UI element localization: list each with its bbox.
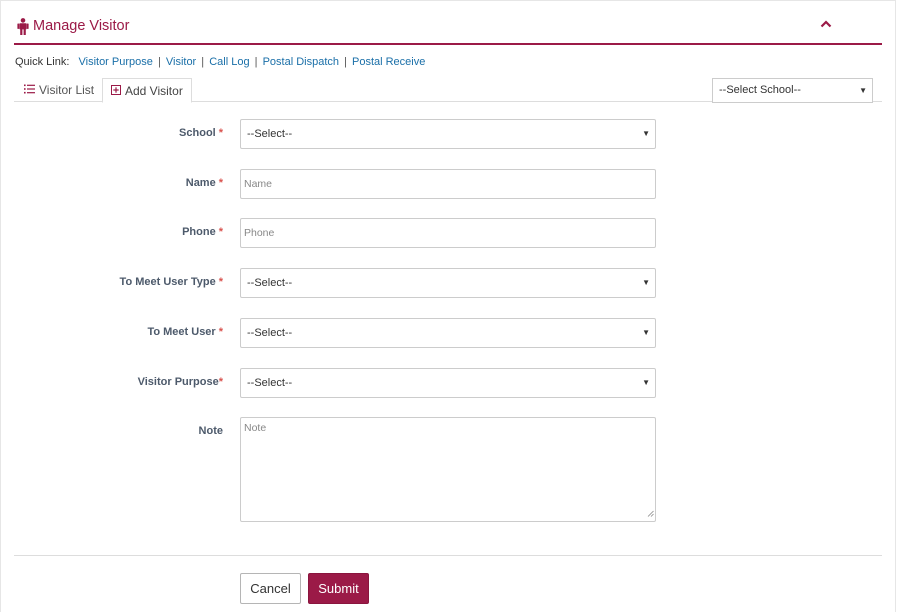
note-textarea[interactable]: Note xyxy=(240,417,656,522)
note-row: Note Note xyxy=(1,417,900,523)
select-value: --Select-- xyxy=(247,128,293,140)
meet-user-type-select[interactable]: --Select-- ▼ xyxy=(240,268,656,298)
quick-link-postal-dispatch[interactable]: Postal Dispatch xyxy=(263,56,339,68)
note-label: Note xyxy=(198,425,223,437)
caret-down-icon: ▼ xyxy=(642,278,650,287)
caret-down-icon: ▼ xyxy=(859,86,867,95)
title-group: Manage Visitor xyxy=(17,17,129,35)
visitor-purpose-row: Visitor Purpose* --Select-- ▼ xyxy=(1,368,900,398)
quick-link-visitor[interactable]: Visitor xyxy=(166,56,196,68)
panel-header: Manage Visitor xyxy=(14,1,882,45)
separator: | xyxy=(344,56,347,68)
quick-links: Quick Link: Visitor Purpose | Visitor | … xyxy=(15,55,425,69)
required-mark: * xyxy=(218,177,223,189)
quick-link-call-log[interactable]: Call Log xyxy=(209,56,249,68)
form-divider xyxy=(14,555,882,556)
phone-input[interactable]: Phone xyxy=(240,218,656,248)
school-filter-select[interactable]: --Select School-- ▼ xyxy=(712,78,873,103)
caret-down-icon: ▼ xyxy=(642,378,650,387)
chevron-up-icon[interactable] xyxy=(820,19,832,31)
visitor-purpose-label: Visitor Purpose* xyxy=(137,376,223,388)
required-mark: * xyxy=(218,226,223,238)
tab-label: Visitor List xyxy=(39,83,95,97)
separator: | xyxy=(254,56,258,68)
list-icon xyxy=(24,83,39,97)
person-icon xyxy=(17,17,29,35)
separator: | xyxy=(157,56,161,68)
phone-row: Phone * Phone xyxy=(1,218,900,248)
caret-down-icon: ▼ xyxy=(642,129,650,138)
page-title: Manage Visitor xyxy=(33,18,130,34)
caret-down-icon: ▼ xyxy=(642,328,650,337)
select-value: --Select-- xyxy=(247,327,293,339)
required-mark: * xyxy=(218,376,223,388)
required-mark: * xyxy=(218,326,223,338)
select-value: --Select School-- xyxy=(719,84,801,96)
name-label: Name * xyxy=(185,177,223,189)
quick-link-postal-receive[interactable]: Postal Receive xyxy=(352,56,425,68)
phone-placeholder: Phone xyxy=(244,227,275,239)
meet-user-row: To Meet User * --Select-- ▼ xyxy=(1,318,900,348)
manage-visitor-panel: Manage Visitor Quick Link: Visitor Purpo… xyxy=(0,0,896,612)
cancel-button[interactable]: Cancel xyxy=(240,573,301,604)
tab-label: Add Visitor xyxy=(125,83,183,98)
school-select[interactable]: --Select-- ▼ xyxy=(240,119,656,149)
select-value: --Select-- xyxy=(247,277,293,289)
tab-add-visitor[interactable]: Add Visitor xyxy=(102,78,192,103)
quick-link-visitor-purpose[interactable]: Visitor Purpose xyxy=(78,56,152,68)
school-row: School * --Select-- ▼ xyxy=(1,119,900,149)
plus-square-icon xyxy=(111,84,125,98)
separator: | xyxy=(201,56,205,68)
name-input[interactable]: Name xyxy=(240,169,656,199)
submit-button[interactable]: Submit xyxy=(308,573,369,604)
name-placeholder: Name xyxy=(244,178,273,190)
required-mark: * xyxy=(218,127,223,139)
name-row: Name * Name xyxy=(1,169,900,199)
select-value: --Select-- xyxy=(247,377,293,389)
required-mark: * xyxy=(218,276,223,288)
visitor-purpose-select[interactable]: --Select-- ▼ xyxy=(240,368,656,398)
meet-user-type-label: To Meet User Type * xyxy=(119,276,223,288)
meet-user-type-row: To Meet User Type * --Select-- ▼ xyxy=(1,268,900,298)
tab-visitor-list[interactable]: Visitor List xyxy=(18,78,100,102)
meet-user-select[interactable]: --Select-- ▼ xyxy=(240,318,656,348)
school-label: School * xyxy=(179,127,223,139)
resize-grip-icon[interactable] xyxy=(647,508,654,520)
phone-label: Phone * xyxy=(182,226,223,238)
note-placeholder: Note xyxy=(244,422,267,434)
quick-link-label: Quick Link: xyxy=(15,56,70,68)
meet-user-label: To Meet User * xyxy=(147,326,223,338)
